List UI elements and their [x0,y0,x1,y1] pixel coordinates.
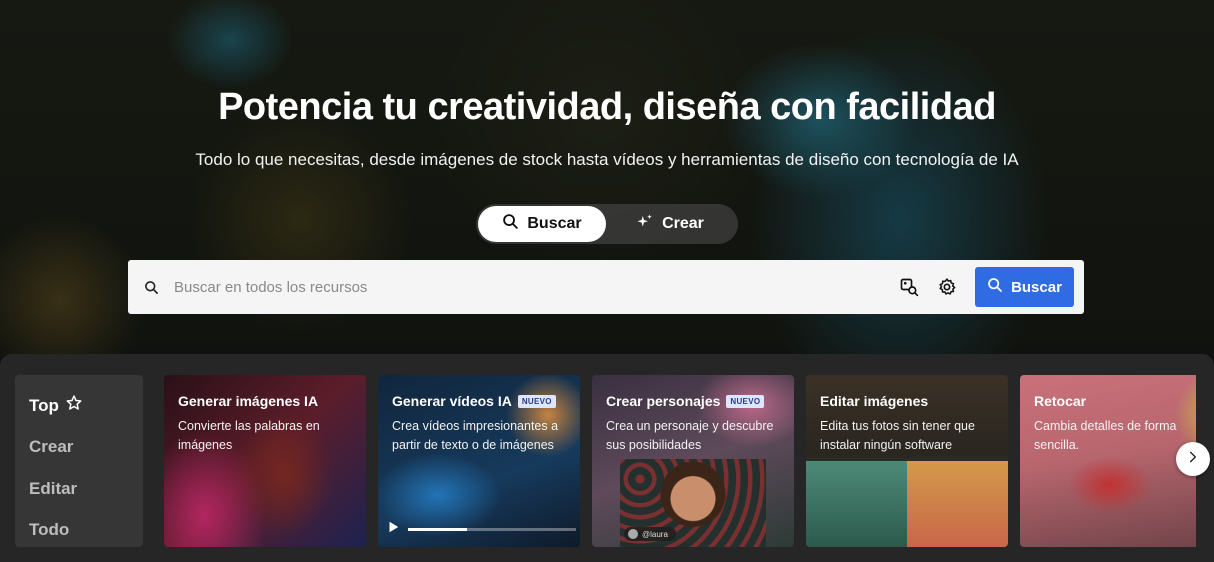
category-top[interactable]: Top [29,385,129,427]
category-list: Top Crear Editar Todo [15,375,143,547]
video-controls [386,521,576,537]
edit-thumbnails [806,461,1008,547]
star-icon [65,394,83,417]
category-crear[interactable]: Crear [29,427,129,469]
card-title: Crear personajes [606,393,721,409]
search-bar: Buscar [128,260,1084,314]
card-header: Generar vídeos IA NUEVO [392,393,556,409]
gear-icon[interactable] [929,269,965,305]
mode-create-button[interactable]: Crear [606,206,734,242]
card-generate-images[interactable]: Generar imágenes IA Convierte las palabr… [164,375,366,547]
video-progress-track[interactable] [408,527,576,531]
mode-toggle: Buscar Crear [476,204,738,244]
card-header: Retocar [1034,393,1086,409]
category-editar[interactable]: Editar [29,468,129,510]
mention-text: @laura [642,529,668,539]
video-progress-fill [408,527,467,531]
search-submit-button[interactable]: Buscar [975,267,1074,307]
card-title: Generar vídeos IA [392,393,512,409]
image-search-icon[interactable] [891,269,927,305]
card-description: Convierte las palabras en imágenes [178,419,320,452]
chevron-right-icon [1186,450,1200,469]
feature-carousel: Generar imágenes IA Convierte las palabr… [164,375,1196,547]
card-description: Edita tus fotos sin tener que instalar n… [820,419,975,452]
search-icon [502,213,519,235]
thumbnail-after [907,461,1008,547]
card-description: Cambia detalles de forma sencilla. [1034,419,1177,452]
card-header: Crear personajes NUEVO [606,393,765,409]
search-submit-label: Buscar [1011,278,1062,296]
category-label: Editar [29,478,78,498]
card-title: Editar imágenes [820,393,929,409]
category-label: Todo [29,520,70,540]
card-create-characters[interactable]: Crear personajes NUEVO Crea un personaje… [592,375,794,547]
card-description: Crea vídeos impresionantes a partir de t… [392,419,559,452]
mode-search-button[interactable]: Buscar [478,206,606,242]
page-subtitle: Todo lo que necesitas, desde imágenes de… [195,150,1019,169]
category-label: Top [29,395,59,415]
card-generate-videos[interactable]: Generar vídeos IA NUEVO Crea vídeos impr… [378,375,580,547]
card-header: Editar imágenes [820,393,928,409]
carousel-next-button[interactable] [1176,442,1210,476]
card-title: Retocar [1034,393,1087,409]
new-badge: NUEVO [517,394,556,408]
avatar [628,529,638,539]
card-header: Generar imágenes IA [178,393,318,409]
search-icon [987,277,1003,297]
search-icon [128,280,174,295]
card-retouch[interactable]: Retocar Cambia detalles de forma sencill… [1020,375,1196,547]
play-icon[interactable] [386,520,400,539]
page-title: Potencia tu creatividad, diseña con faci… [218,86,996,128]
card-edit-images[interactable]: Editar imágenes Edita tus fotos sin tene… [806,375,1008,547]
card-description: Crea un personaje y descubre sus posibil… [606,419,774,452]
category-todo[interactable]: Todo [29,510,129,552]
thumbnail-before [806,461,907,547]
new-badge: NUEVO [726,394,765,408]
card-title: Generar imágenes IA [178,393,319,409]
sparkle-icon [636,213,654,236]
features-panel: Top Crear Editar Todo Generar imágenes I… [0,354,1214,562]
user-mention: @laura [624,527,676,541]
character-portrait: @laura [620,459,766,547]
mode-search-label: Buscar [527,215,582,232]
category-label: Crear [29,437,74,457]
mode-create-label: Crear [662,215,704,232]
search-input[interactable] [174,267,891,307]
